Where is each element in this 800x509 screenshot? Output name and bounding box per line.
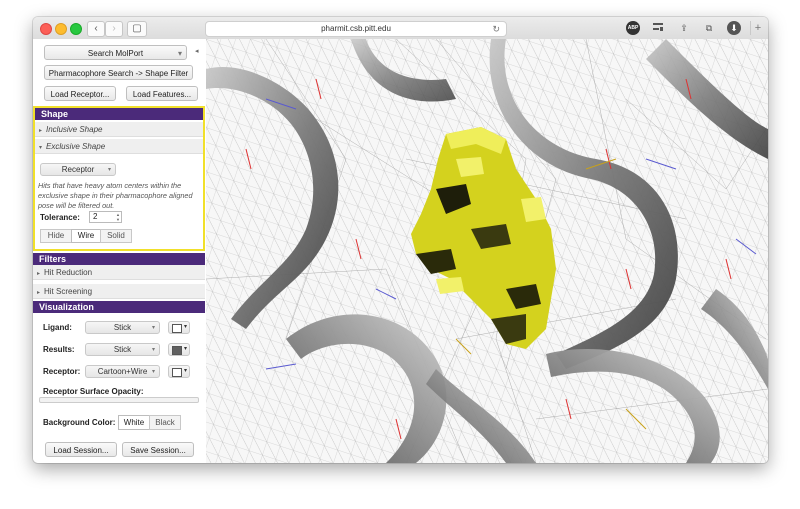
share-icon[interactable]: ⇪: [677, 21, 691, 35]
color-swatch-icon: [172, 324, 182, 333]
inclusive-shape-toggle[interactable]: ▸ Inclusive Shape: [35, 122, 203, 137]
url-text: pharmit.csb.pitt.edu: [321, 24, 391, 33]
extension-icon[interactable]: [651, 21, 665, 35]
results-style-select[interactable]: Stick ▾: [85, 343, 160, 356]
adblock-icon[interactable]: ABP: [626, 21, 640, 35]
receptor-style-select[interactable]: Cartoon+Wire ▾: [85, 365, 160, 378]
color-swatch-icon: [172, 346, 182, 355]
search-molport-label: Search MolPort: [87, 49, 144, 58]
results-color-picker[interactable]: ▾: [168, 343, 190, 356]
expand-arrow-icon: ▸: [36, 271, 40, 277]
browser-window: ‹ › ▢ pharmit.csb.pitt.edu ↻ ABP ⇪ ⧉ ⬇ +…: [33, 17, 768, 463]
background-white-button[interactable]: White: [118, 415, 150, 430]
minimize-window-button[interactable]: [55, 23, 67, 35]
chevron-down-icon: ▾: [151, 325, 155, 331]
new-tab-button[interactable]: +: [750, 21, 765, 35]
hit-screening-toggle[interactable]: ▸ Hit Screening: [33, 284, 205, 299]
chevron-down-icon: ▾: [183, 368, 187, 374]
chevron-down-icon: ▾: [183, 346, 187, 352]
shape-section-header[interactable]: Shape: [35, 108, 203, 120]
shape-hide-button[interactable]: Hide: [40, 229, 72, 243]
chevron-down-icon: ▾: [151, 347, 155, 353]
ligand-color-picker[interactable]: ▾: [168, 321, 190, 334]
hit-reduction-toggle[interactable]: ▸ Hit Reduction: [33, 265, 205, 280]
chevron-down-icon: ▾: [183, 324, 187, 330]
exclusive-shape-toggle[interactable]: ▾ Exclusive Shape: [35, 139, 203, 154]
address-bar[interactable]: pharmit.csb.pitt.edu ↻: [205, 21, 507, 37]
save-session-button[interactable]: Save Session...: [122, 442, 194, 457]
reload-icon[interactable]: ↻: [492, 22, 500, 36]
ligand-label: Ligand:: [43, 323, 72, 332]
search-options-caret-icon[interactable]: ▾: [178, 46, 182, 61]
molecule-viewer-canvas[interactable]: [206, 39, 768, 463]
tabs-overview-icon[interactable]: ⧉: [702, 21, 716, 35]
load-features-button[interactable]: Load Features...: [126, 86, 198, 101]
receptor-style-value: Cartoon+Wire: [97, 367, 148, 376]
hit-reduction-label: Hit Reduction: [44, 268, 93, 277]
tolerance-value: 2: [93, 212, 98, 221]
visualization-section-header[interactable]: Visualization: [33, 301, 205, 313]
exclusive-shape-description: Hits that have heavy atom centers within…: [38, 181, 193, 210]
tolerance-stepper[interactable]: 2 ▲ ▼: [89, 211, 122, 223]
zoom-window-button[interactable]: [70, 23, 82, 35]
receptor-source-label: Receptor: [61, 165, 95, 174]
surface-opacity-label: Receptor Surface Opacity:: [43, 387, 144, 396]
exclusive-shape-source-select[interactable]: Receptor ▾: [40, 163, 116, 176]
filters-section-header[interactable]: Filters: [33, 253, 205, 265]
pharmacophore-to-shape-button[interactable]: Pharmacophore Search -> Shape Filter: [44, 65, 193, 80]
back-button[interactable]: ‹: [87, 21, 105, 37]
collapse-arrow-icon: ▾: [38, 145, 42, 151]
shape-wire-button[interactable]: Wire: [71, 229, 101, 243]
chevron-down-icon: ▾: [151, 369, 155, 375]
results-label: Results:: [43, 345, 75, 354]
pharmit-sidebar: Search MolPort ▾ ◂ Pharmacophore Search …: [33, 39, 207, 463]
search-molport-button[interactable]: Search MolPort ▾: [44, 45, 187, 60]
background-black-button[interactable]: Black: [149, 415, 181, 430]
collapse-sidebar-icon[interactable]: ◂: [195, 47, 199, 55]
shape-panel: Shape ▸ Inclusive Shape ▾ Exclusive Shape …: [33, 106, 205, 251]
ligand-style-select[interactable]: Stick ▾: [85, 321, 160, 334]
stepper-arrows-icon[interactable]: ▲ ▼: [116, 212, 120, 222]
sidebar-toggle-icon[interactable]: ▢: [127, 21, 147, 37]
browser-toolbar: ‹ › ▢ pharmit.csb.pitt.edu ↻ ABP ⇪ ⧉ ⬇ +: [33, 17, 768, 40]
inclusive-shape-label: Inclusive Shape: [46, 125, 103, 134]
expand-arrow-icon: ▸: [38, 128, 42, 134]
molecule-3d-scene: [206, 39, 768, 463]
ligand-style-value: Stick: [113, 323, 132, 332]
load-receptor-button[interactable]: Load Receptor...: [44, 86, 116, 101]
results-style-value: Stick: [113, 345, 132, 354]
load-session-button[interactable]: Load Session...: [45, 442, 117, 457]
expand-arrow-icon: ▸: [36, 290, 40, 296]
downloads-icon[interactable]: ⬇: [727, 21, 741, 35]
background-color-label: Background Color:: [43, 418, 116, 427]
tolerance-label: Tolerance:: [40, 213, 80, 222]
exclusive-shape-label: Exclusive Shape: [46, 142, 106, 151]
shape-solid-button[interactable]: Solid: [100, 229, 132, 243]
receptor-label: Receptor:: [43, 367, 81, 376]
forward-button[interactable]: ›: [105, 21, 123, 37]
close-window-button[interactable]: [40, 23, 52, 35]
hit-screening-label: Hit Screening: [44, 287, 93, 296]
surface-opacity-slider[interactable]: [39, 397, 199, 403]
receptor-color-picker[interactable]: ▾: [168, 365, 190, 378]
chevron-down-icon: ▾: [107, 167, 111, 173]
color-swatch-icon: [172, 368, 182, 377]
